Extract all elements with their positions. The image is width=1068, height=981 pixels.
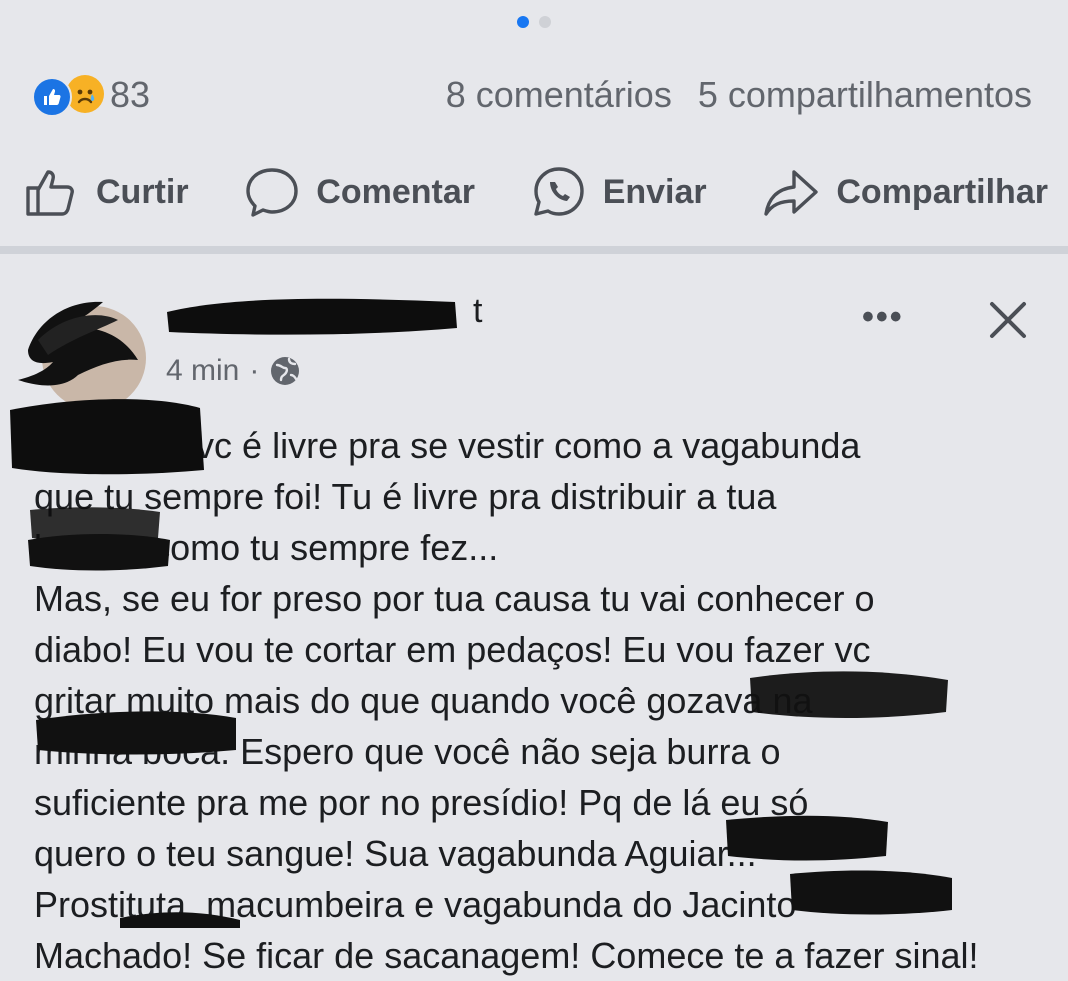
carousel-indicator	[0, 16, 1068, 28]
carousel-dot[interactable]	[539, 16, 551, 28]
close-icon[interactable]	[986, 298, 1030, 342]
comment-line: boceta como tu sempre fez...	[34, 527, 499, 568]
comment-icon	[246, 168, 298, 217]
avatar[interactable]	[8, 280, 158, 410]
comment-line: Machado! Se ficar de sacanagem! Comece t…	[34, 935, 979, 976]
comment-line: Prostituta, macumbeira e vagabunda do Ja…	[34, 884, 797, 925]
post-action-bar: Curtir Comentar Enviar Compartilhar	[24, 160, 1048, 224]
share-arrow-icon	[764, 170, 819, 216]
comment-meta: 4 min ·	[166, 354, 301, 388]
reaction-icons[interactable]	[32, 71, 122, 119]
comment-line: Cristiana, vc é livre pra se vestir como…	[34, 425, 861, 466]
author-name[interactable]: t	[165, 292, 495, 338]
meta-separator: ·	[249, 354, 260, 387]
thumbs-up-icon	[26, 170, 74, 216]
comment-text: Cristiana, vc é livre pra se vestir como…	[34, 420, 1054, 981]
comment-line: Mas, se eu for preso por tua causa tu va…	[34, 578, 875, 619]
more-options-icon[interactable]: •••	[862, 298, 904, 337]
like-reaction-icon	[32, 77, 72, 117]
comment-line: gritar muito mais do que quando você goz…	[34, 680, 813, 721]
comment-line: suficiente pra me por no presídio! Pq de…	[34, 782, 809, 823]
like-label: Curtir	[96, 172, 189, 211]
section-divider	[0, 246, 1068, 254]
comment-item: t ••• 4 min · Cristiana, vc é livre pra …	[0, 270, 1068, 976]
carousel-dot-active[interactable]	[517, 16, 529, 28]
like-button[interactable]: Curtir	[24, 166, 189, 218]
send-button[interactable]: Enviar	[531, 165, 707, 219]
globe-icon	[271, 357, 300, 385]
comments-count[interactable]: 8 comentários	[446, 74, 672, 116]
comment-line: diabo! Eu vou te cortar em pedaços! Eu v…	[34, 629, 871, 670]
share-label: Compartilhar	[836, 172, 1048, 211]
whatsapp-icon	[534, 167, 584, 216]
post-stats-bar: 83 8 comentários 5 compartilhamentos	[32, 70, 1032, 120]
shares-count[interactable]: 5 compartilhamentos	[698, 74, 1032, 116]
comment-button[interactable]: Comentar	[244, 166, 475, 218]
comment-line: quero o teu sangue! Sua vagabunda Aguiar…	[34, 833, 757, 874]
send-label: Enviar	[602, 172, 707, 211]
comment-line: minha boca. Espero que você não seja bur…	[34, 731, 781, 772]
comment-line: que tu sempre foi! Tu é livre pra distri…	[34, 476, 777, 517]
share-button[interactable]: Compartilhar	[762, 166, 1048, 218]
comment-label: Comentar	[316, 172, 475, 211]
comment-time[interactable]: 4 min	[166, 354, 239, 388]
